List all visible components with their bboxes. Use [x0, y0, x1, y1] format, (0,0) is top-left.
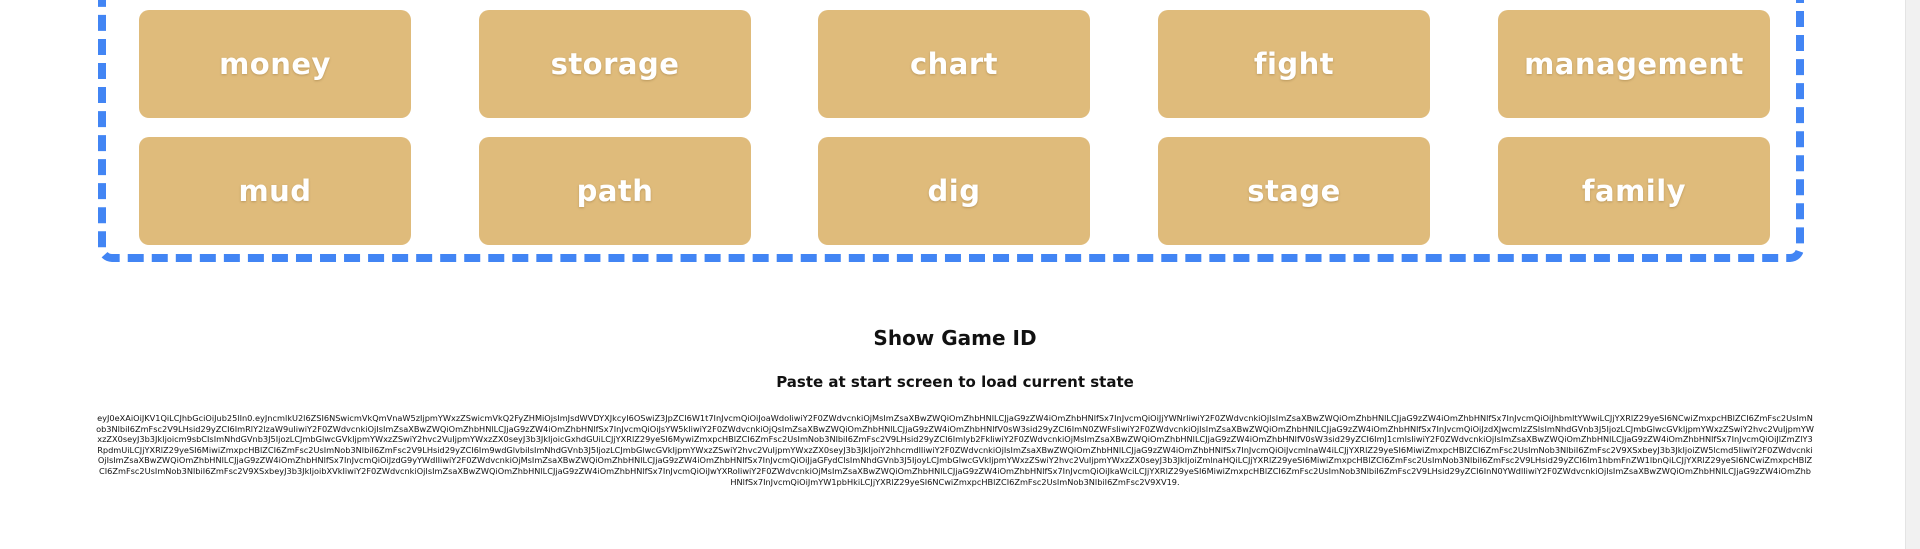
word-card[interactable]: mud [139, 137, 411, 245]
word-card[interactable]: path [479, 137, 751, 245]
word-card[interactable]: money [139, 10, 411, 118]
word-card[interactable]: storage [479, 10, 751, 118]
word-card[interactable]: dig [818, 137, 1090, 245]
word-card[interactable]: fight [1158, 10, 1430, 118]
word-card[interactable]: chart [818, 10, 1090, 118]
word-card[interactable]: management [1498, 10, 1770, 118]
game-id-text[interactable]: eyJ0eXAiOiJKV1QiLCJhbGciOiJub25lIn0.eyJn… [96, 413, 1814, 487]
show-game-id-heading: Show Game ID [873, 326, 1037, 350]
word-card[interactable]: family [1498, 137, 1770, 245]
page-scrollbar[interactable] [1905, 0, 1920, 549]
paste-instruction: Paste at start screen to load current st… [776, 373, 1134, 391]
word-card[interactable]: stage [1158, 137, 1430, 245]
